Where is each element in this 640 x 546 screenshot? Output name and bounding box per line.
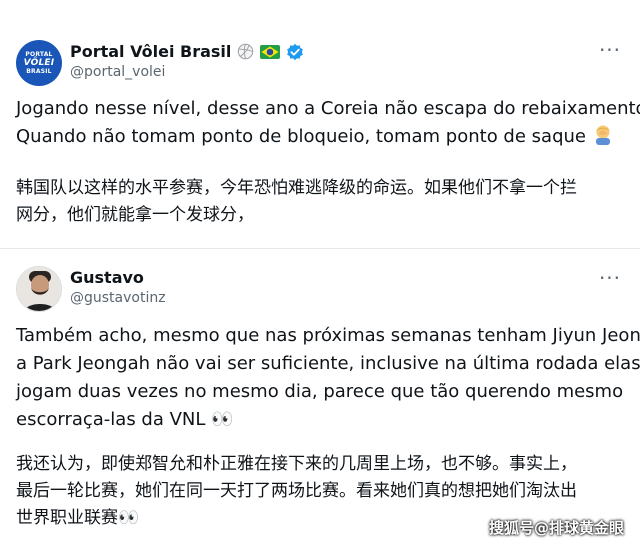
handle[interactable]: @portal_volei (70, 64, 165, 80)
logo-text: VÔLEI (23, 57, 55, 68)
avatar[interactable]: PORTAL VÔLEI BRASIL (16, 40, 62, 86)
text-line: Também acho, mesmo que nas próximas sema… (16, 325, 640, 346)
tweet-text: Também acho, mesmo que nas próximas sema… (16, 322, 640, 434)
display-name[interactable]: Portal Vôlei Brasil (70, 42, 231, 61)
text-line: 韩国队以这样的水平参赛，今年恐怕难逃降级的命运。如果他们不拿一个拦 (16, 178, 577, 198)
handle[interactable]: @gustavotinz (70, 290, 166, 306)
tweet-translation: 韩国队以这样的水平参赛，今年恐怕难逃降级的命运。如果他们不拿一个拦 网分，他们就… (16, 175, 626, 229)
text-line-with-emoji: Quando não tomam ponto de bloqueio, toma… (16, 123, 626, 154)
more-options-button[interactable]: ··· (598, 266, 622, 290)
person-portrait-icon (17, 267, 61, 311)
text-line: 最后一轮比赛，她们在同一天打了两场比赛。看来她们真的想把她们淘汰出 (16, 481, 577, 501)
facepalm-emoji-icon (592, 123, 614, 154)
text-line: Quando não tomam ponto de bloqueio, toma… (16, 126, 586, 147)
verified-icon (286, 43, 304, 61)
volleyball-icon (237, 43, 254, 60)
author-row: Portal Vôlei Brasil (70, 42, 304, 61)
watermark: 搜狐号@排球黄金眼 (488, 519, 624, 537)
logo-text: PORTAL (25, 50, 53, 58)
logo-text: BRASIL (26, 67, 52, 75)
text-line: jogam duas vezes no mesmo dia, parece qu… (16, 381, 624, 402)
avatar[interactable] (16, 266, 62, 312)
brazil-flag-icon (260, 44, 281, 59)
author-row: Gustavo (70, 268, 144, 287)
text-line: escorraça-las da VNL 👀 (16, 409, 234, 430)
tweet-portal-volei: PORTAL VÔLEI BRASIL Portal Vôlei Brasil (0, 0, 640, 248)
display-name[interactable]: Gustavo (70, 268, 144, 287)
text-line: 网分，他们就能拿一个发球分， (16, 205, 254, 225)
text-line: a Park Jeongah não vai ser suficiente, i… (16, 353, 640, 374)
more-options-button[interactable]: ··· (598, 38, 622, 62)
text-line: Jogando nesse nível, desse ano a Coreia … (16, 98, 640, 119)
text-line: 我还认为，即使郑智允和朴正雅在接下来的几周里上场，也不够。事实上， (16, 454, 577, 474)
tweet-text: Jogando nesse nível, desse ano a Coreia … (16, 95, 640, 154)
